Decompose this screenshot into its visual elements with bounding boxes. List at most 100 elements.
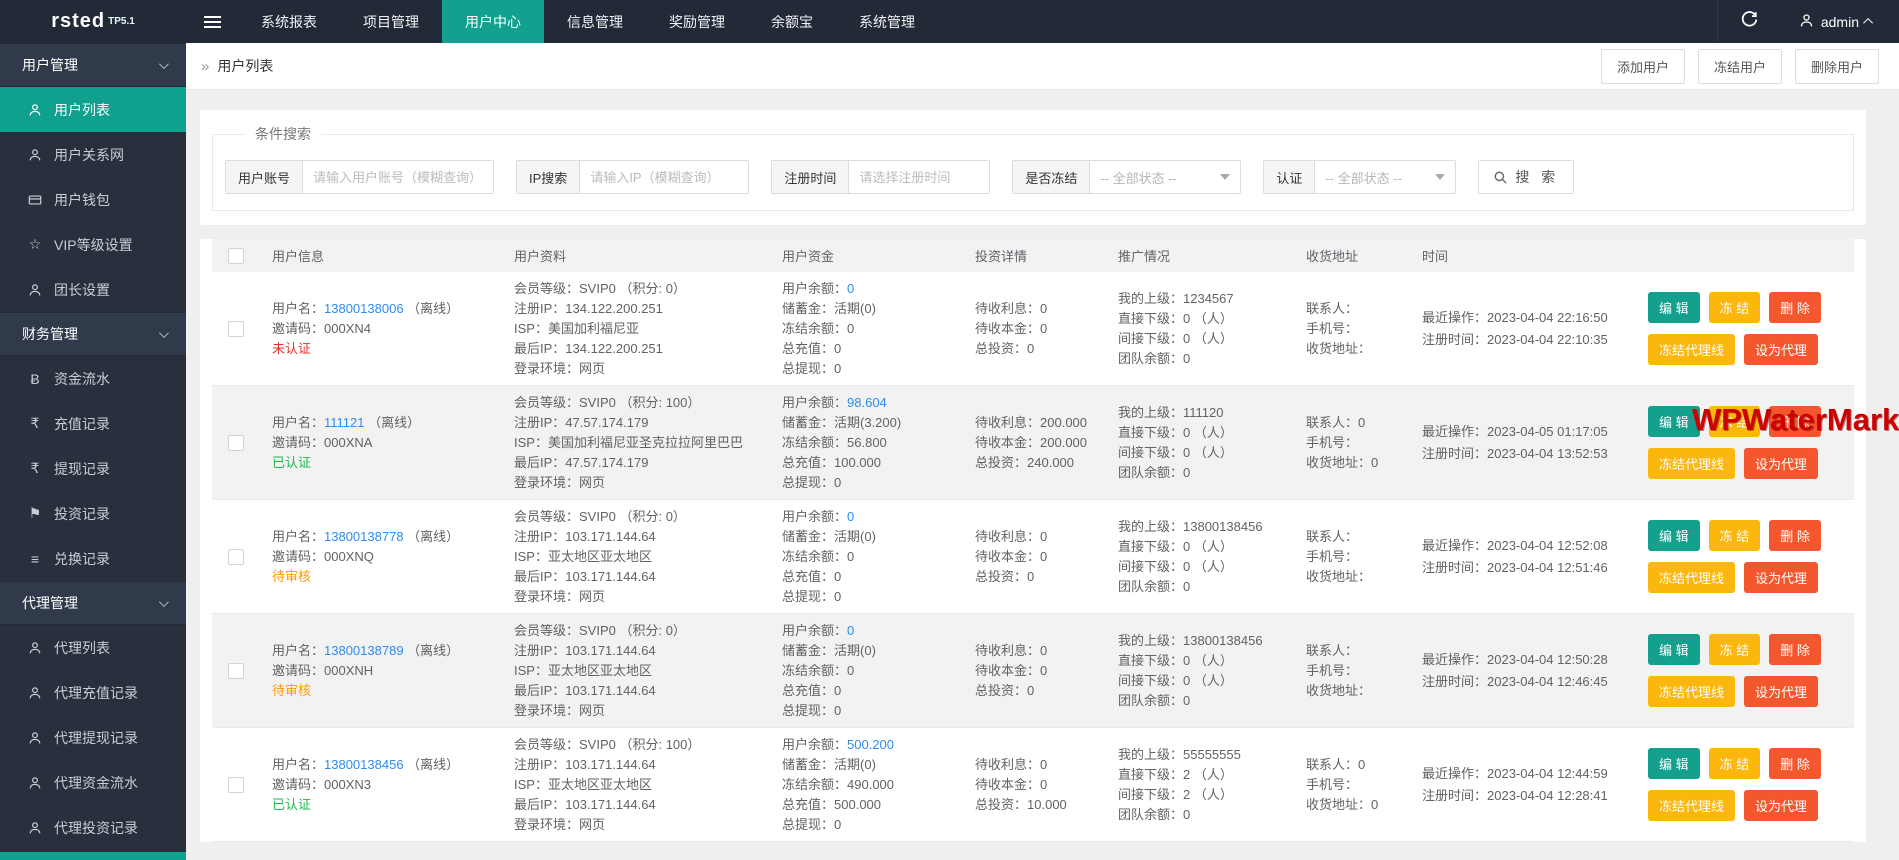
sidebar-item-充值记录[interactable]: ₹ 充值记录 xyxy=(0,401,186,446)
edit-button[interactable]: 编 辑 xyxy=(1648,406,1700,437)
table-header-row: 用户信息 用户资料 用户资金 投资详情 推广情况 收货地址 时间 xyxy=(212,239,1854,272)
edit-button[interactable]: 编 辑 xyxy=(1648,520,1700,551)
delete-button[interactable]: 删 除 xyxy=(1769,520,1821,551)
set-agent-button[interactable]: 设为代理 xyxy=(1744,448,1819,479)
row-checkbox[interactable] xyxy=(228,662,244,679)
nav-tab-信息管理[interactable]: 信息管理 xyxy=(544,0,646,43)
account-search-input[interactable] xyxy=(303,161,494,193)
nav-tab-系统报表[interactable]: 系统报表 xyxy=(238,0,340,43)
edit-button[interactable]: 编 辑 xyxy=(1648,292,1700,323)
nav-tab-用户中心[interactable]: 用户中心 xyxy=(442,0,544,43)
add-user-button[interactable]: 添加用户 xyxy=(1600,48,1685,84)
hamburger-menu-icon[interactable] xyxy=(186,0,238,43)
sidebar-item-代理充值记录[interactable]: 代理充值记录 xyxy=(0,670,186,715)
freeze-user-button[interactable]: 冻结用户 xyxy=(1697,48,1782,84)
sidebar-group-用户管理[interactable]: 用户管理 xyxy=(0,43,186,87)
freeze-agent-line-button[interactable]: 冻结代理线 xyxy=(1648,448,1736,479)
sidebar-item-团长设置[interactable]: 团长设置 xyxy=(0,267,186,312)
sidebar-item-提现记录[interactable]: ₹ 提现记录 xyxy=(0,446,186,491)
auth-status: 未认证 xyxy=(272,340,312,356)
balance-link[interactable]: 0 xyxy=(847,623,854,638)
dropdown-arrow-icon xyxy=(1435,174,1446,180)
column-header-投资详情: 投资详情 xyxy=(975,249,1028,264)
freeze-agent-line-button[interactable]: 冻结代理线 xyxy=(1648,334,1736,365)
balance-link[interactable]: 98.604 xyxy=(847,395,887,410)
edit-button[interactable]: 编 辑 xyxy=(1648,748,1700,779)
user-icon xyxy=(26,686,44,700)
sidebar-item-用户列表[interactable]: 用户列表 xyxy=(0,87,186,132)
column-header-收货地址: 收货地址 xyxy=(1306,249,1359,264)
dropdown-arrow-icon xyxy=(1220,174,1231,180)
sidebar: 用户管理 用户列表 用户关系网 用户钱包 ☆ VIP等级设置 团长设置 财务管理… xyxy=(0,43,186,860)
user-icon xyxy=(26,821,44,835)
sidebar-item-代理资金流水[interactable]: 代理资金流水 xyxy=(0,760,186,805)
freeze-status-select[interactable]: -- 全部状态 -- xyxy=(1090,161,1240,193)
delete-button[interactable]: 删 除 xyxy=(1769,292,1821,323)
freeze-button[interactable]: 冻 结 xyxy=(1708,292,1761,323)
sidebar-item-VIP等级设置[interactable]: ☆ VIP等级设置 xyxy=(0,222,186,267)
search-legend: 条件搜索 xyxy=(255,126,311,142)
freeze-agent-line-button[interactable]: 冻结代理线 xyxy=(1648,562,1736,593)
search-icon xyxy=(1494,171,1507,184)
refresh-button[interactable] xyxy=(1716,0,1781,43)
delete-user-button[interactable]: 删除用户 xyxy=(1794,48,1879,84)
edit-button[interactable]: 编 辑 xyxy=(1648,634,1700,665)
delete-button[interactable]: 删 除 xyxy=(1769,634,1821,665)
user-table: 用户信息 用户资料 用户资金 投资详情 推广情况 收货地址 时间 用户名：138001380… xyxy=(200,239,1866,842)
field-label: 用户账号 xyxy=(226,161,304,193)
sidebar-group-财务管理[interactable]: 财务管理 xyxy=(0,312,186,356)
register-time-input[interactable] xyxy=(849,161,990,193)
freeze-button[interactable]: 冻 结 xyxy=(1708,748,1761,779)
balance-link[interactable]: 0 xyxy=(847,281,854,296)
set-agent-button[interactable]: 设为代理 xyxy=(1744,334,1819,365)
sidebar-item-投资记录[interactable]: ⚑ 投资记录 xyxy=(0,491,186,536)
logo-version: TP5.1 xyxy=(108,16,135,27)
field-label: IP搜索 xyxy=(517,161,581,193)
freeze-button[interactable]: 冻 结 xyxy=(1708,634,1761,665)
sidebar-group-代理管理[interactable]: 代理管理 xyxy=(0,581,186,625)
row-checkbox[interactable] xyxy=(228,548,244,565)
sidebar-item-用户关系网[interactable]: 用户关系网 xyxy=(0,132,186,177)
freeze-agent-line-button[interactable]: 冻结代理线 xyxy=(1648,790,1736,821)
refresh-icon xyxy=(1741,10,1758,33)
freeze-agent-line-button[interactable]: 冻结代理线 xyxy=(1648,676,1736,707)
wallet-icon xyxy=(26,193,44,207)
row-checkbox[interactable] xyxy=(228,776,244,793)
ip-search-input[interactable] xyxy=(580,161,749,193)
username-link[interactable]: 13800138006 xyxy=(324,301,404,316)
select-all-checkbox[interactable] xyxy=(228,247,244,264)
admin-user-menu[interactable]: admin xyxy=(1781,0,1899,43)
balance-link[interactable]: 0 xyxy=(847,509,854,524)
sidebar-item-资金流水[interactable]: Ƀ 资金流水 xyxy=(0,356,186,401)
freeze-button[interactable]: 冻 结 xyxy=(1708,406,1761,437)
balance-link[interactable]: 500.200 xyxy=(847,737,894,752)
set-agent-button[interactable]: 设为代理 xyxy=(1744,790,1819,821)
row-checkbox[interactable] xyxy=(228,434,244,451)
nav-tab-项目管理[interactable]: 项目管理 xyxy=(340,0,442,43)
nav-tab-余额宝[interactable]: 余额宝 xyxy=(748,0,836,43)
sidebar-item-代理提现记录[interactable]: 代理提现记录 xyxy=(0,715,186,760)
sidebar-item-用户钱包[interactable]: 用户钱包 xyxy=(0,177,186,222)
freeze-button[interactable]: 冻 结 xyxy=(1708,520,1761,551)
row-checkbox[interactable] xyxy=(228,320,244,337)
username-link[interactable]: 13800138778 xyxy=(324,529,404,544)
field-label: 是否冻结 xyxy=(1013,161,1091,193)
auth-status-select[interactable]: -- 全部状态 -- xyxy=(1315,161,1455,193)
sidebar-bottom-strip xyxy=(0,852,186,860)
set-agent-button[interactable]: 设为代理 xyxy=(1744,562,1819,593)
topbar: rsted TP5.1 系统报表 项目管理 用户中心 信息管理 奖励管理 余额宝 系统管理 … xyxy=(0,0,1899,43)
field-label: 认证 xyxy=(1264,161,1316,193)
delete-button[interactable]: 删 除 xyxy=(1769,748,1821,779)
username-link[interactable]: 13800138456 xyxy=(324,757,404,772)
sidebar-item-代理列表[interactable]: 代理列表 xyxy=(0,625,186,670)
nav-tab-系统管理[interactable]: 系统管理 xyxy=(836,0,938,43)
nav-tab-奖励管理[interactable]: 奖励管理 xyxy=(646,0,748,43)
username-link[interactable]: 13800138789 xyxy=(324,643,404,658)
set-agent-button[interactable]: 设为代理 xyxy=(1744,676,1819,707)
username-link[interactable]: 111121 xyxy=(324,415,365,430)
sidebar-item-兑换记录[interactable]: ≡ 兑换记录 xyxy=(0,536,186,581)
chevron-down-icon xyxy=(158,58,169,69)
search-button[interactable]: 搜 索 xyxy=(1478,160,1575,194)
sidebar-item-代理投资记录[interactable]: 代理投资记录 xyxy=(0,805,186,850)
delete-button[interactable]: 删 除 xyxy=(1769,406,1821,437)
